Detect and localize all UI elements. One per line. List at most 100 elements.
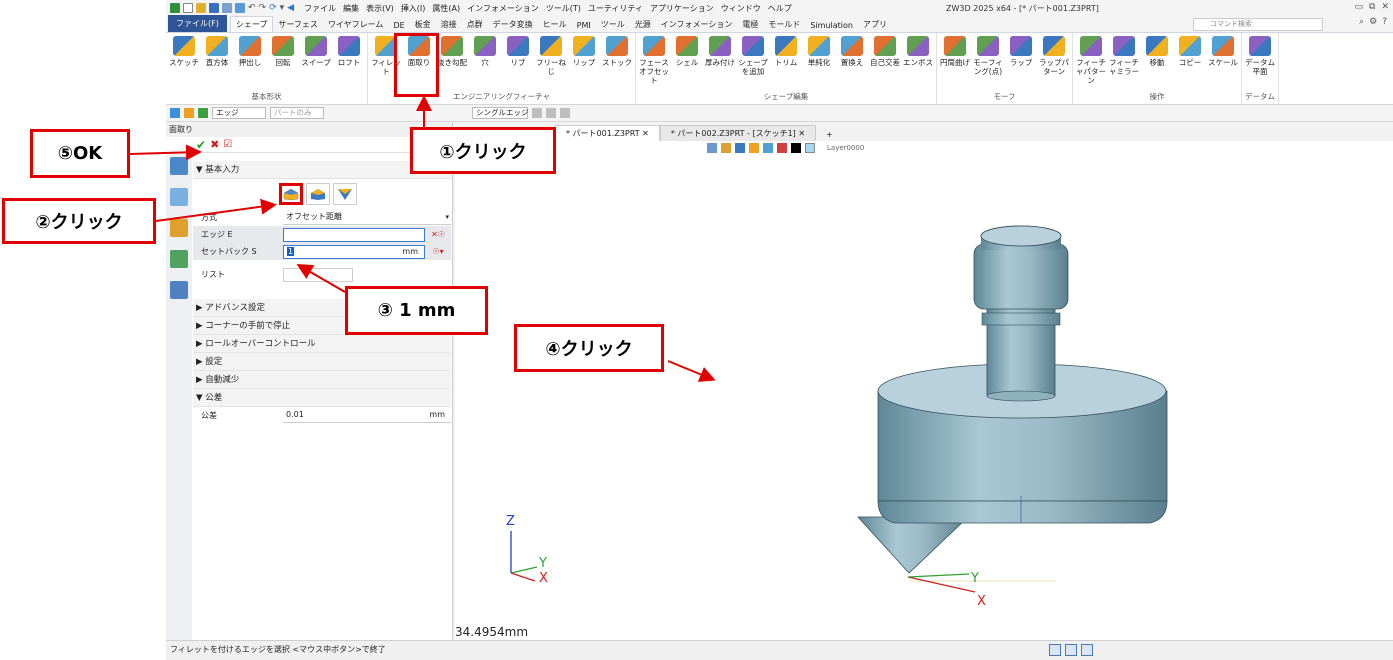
tolerance-input[interactable]: 0.01 mm: [283, 408, 451, 423]
menu-help[interactable]: ヘルプ: [768, 3, 792, 14]
tab-information[interactable]: インフォメーション: [656, 17, 738, 32]
ribbon-button-0-2[interactable]: 押出し: [234, 33, 266, 91]
ribbon-button-1-6[interactable]: リップ: [568, 33, 600, 91]
ribbon-button-2-5[interactable]: 単純化: [803, 33, 835, 91]
back-icon[interactable]: ◀: [287, 3, 294, 13]
tab-surface[interactable]: サーフェス: [273, 17, 323, 32]
ribbon-button-2-0[interactable]: フェースオフセット: [638, 33, 670, 91]
arc-icon[interactable]: [560, 108, 570, 118]
user-icon[interactable]: [170, 281, 188, 299]
tab-simulation[interactable]: Simulation: [805, 19, 858, 32]
auto-reduce-section[interactable]: ▶ 自動減少: [193, 371, 451, 389]
part-icon[interactable]: [170, 219, 188, 237]
ribbon-button-4-0[interactable]: フィーチャパターン: [1075, 33, 1107, 91]
list-input[interactable]: [283, 267, 353, 282]
ribbon-button-2-3[interactable]: シェープを追加: [737, 33, 769, 91]
line-icon[interactable]: [532, 108, 542, 118]
chamfer-symmetric-button[interactable]: [279, 183, 303, 205]
ribbon-button-2-4[interactable]: トリム: [770, 33, 802, 91]
menu-file[interactable]: ファイル: [304, 3, 336, 14]
ok-icon[interactable]: ✔: [196, 138, 206, 152]
edge-pick-icon[interactable]: ✕☉: [425, 230, 451, 239]
ribbon-button-0-4[interactable]: スイープ: [300, 33, 332, 91]
undo-icon[interactable]: ↶: [248, 3, 256, 13]
ribbon-button-3-2[interactable]: ラップ: [1005, 33, 1037, 91]
ribbon-button-3-1[interactable]: モーフィング(点): [972, 33, 1004, 91]
tab-mold[interactable]: モールド: [763, 17, 805, 32]
ribbon-button-1-4[interactable]: リブ: [502, 33, 534, 91]
ribbon-button-4-2[interactable]: 移動: [1141, 33, 1173, 91]
menu-application[interactable]: アプリケーション: [650, 3, 714, 14]
tab-file[interactable]: ファイル(F): [168, 15, 227, 32]
status-monitor-icon[interactable]: [1065, 644, 1077, 656]
ribbon-button-1-2[interactable]: 抜き勾配: [436, 33, 468, 91]
save-icon[interactable]: [209, 3, 219, 13]
ribbon-button-4-1[interactable]: フィーチャミラー: [1108, 33, 1140, 91]
part-only-select[interactable]: パートのみ: [270, 107, 324, 119]
ribbon-button-0-3[interactable]: 回転: [267, 33, 299, 91]
ribbon-button-2-1[interactable]: シェル: [671, 33, 703, 91]
add-tab-button[interactable]: +: [816, 128, 843, 141]
rollover-control-section[interactable]: ▶ ロールオーバーコントロール: [193, 335, 451, 353]
ribbon-button-1-3[interactable]: 穴: [469, 33, 501, 91]
menu-utility[interactable]: ユーティリティ: [588, 3, 643, 14]
ribbon-button-3-0[interactable]: 円筒曲げ: [939, 33, 971, 91]
chamfer-vertex-button[interactable]: [333, 183, 357, 205]
ribbon-button-2-8[interactable]: エンボス: [902, 33, 934, 91]
pick-icon[interactable]: [184, 108, 194, 118]
tab-sheetmetal[interactable]: 板金: [410, 17, 436, 32]
ribbon-button-5-0[interactable]: データム平面: [1244, 33, 1276, 91]
tab-tools[interactable]: ツール: [596, 17, 630, 32]
status-window-icon[interactable]: [1081, 644, 1093, 656]
filter-icon[interactable]: [198, 108, 208, 118]
tab-shape[interactable]: シェープ: [229, 16, 274, 32]
filter-select[interactable]: エッジ: [212, 107, 266, 119]
settings-icon[interactable]: ⚙: [1369, 17, 1377, 27]
status-layout-icon[interactable]: [1049, 644, 1061, 656]
help-icon[interactable]: ?: [1382, 17, 1387, 27]
new-file-icon[interactable]: [183, 3, 193, 13]
settings-section[interactable]: ▶ 設定: [193, 353, 451, 371]
search-icon[interactable]: ⌕: [1359, 17, 1364, 27]
ribbon-button-1-5[interactable]: フリーねじ: [535, 33, 567, 91]
ribbon-button-0-0[interactable]: スケッチ: [168, 33, 200, 91]
save-all-icon[interactable]: [222, 3, 232, 13]
menu-window[interactable]: ウィンドウ: [721, 3, 761, 14]
ribbon-button-2-6[interactable]: 置換え: [836, 33, 868, 91]
apply-icon[interactable]: ☑: [223, 139, 232, 150]
select-icon[interactable]: [170, 108, 180, 118]
method-select[interactable]: オフセット距離 ▾: [283, 210, 451, 225]
view-icon[interactable]: [170, 250, 188, 268]
open-folder-icon[interactable]: [196, 3, 206, 13]
menu-tools[interactable]: ツール(T): [546, 3, 581, 14]
menu-edit[interactable]: 編集: [343, 3, 359, 14]
edge-input[interactable]: [283, 227, 425, 242]
tab-apps[interactable]: アプリ: [858, 17, 892, 32]
ribbon-button-1-7[interactable]: ストック: [601, 33, 633, 91]
ribbon-button-3-3[interactable]: ラップパターン: [1038, 33, 1070, 91]
edge-mode-select[interactable]: シングルエッジ: [472, 107, 529, 119]
menu-information[interactable]: インフォメーション: [467, 3, 539, 14]
ribbon-button-0-5[interactable]: ロフト: [333, 33, 365, 91]
tab-light[interactable]: 光源: [630, 17, 656, 32]
circle-icon[interactable]: [546, 108, 556, 118]
ribbon-button-2-7[interactable]: 自己交差: [869, 33, 901, 91]
ribbon-button-2-2[interactable]: 厚み付け: [704, 33, 736, 91]
history-icon[interactable]: [170, 157, 188, 175]
doc-tab-part002[interactable]: * パート002.Z3PRT - [スケッチ1] ✕: [659, 125, 817, 141]
tab-heal[interactable]: ヒール: [538, 17, 572, 32]
minimize-icon[interactable]: ▭: [1355, 2, 1364, 12]
setback-input[interactable]: 1 mm: [283, 244, 425, 259]
restore-icon[interactable]: ⧉: [1369, 2, 1375, 12]
tolerance-section[interactable]: ▼ 公差: [193, 389, 451, 407]
tab-pmi[interactable]: PMI: [572, 19, 596, 32]
refresh-icon[interactable]: ⟳: [269, 3, 277, 13]
dropdown-icon[interactable]: ▾: [280, 3, 285, 13]
tab-pointcloud[interactable]: 点群: [462, 17, 488, 32]
setback-option-icon[interactable]: ☉▾: [425, 247, 451, 256]
menu-insert[interactable]: 挿入(I): [401, 3, 426, 14]
3d-viewport[interactable]: Layer0000 X Y Z Y X 34.4954mm: [455, 141, 1393, 640]
tab-electrode[interactable]: 電極: [737, 17, 763, 32]
menu-view[interactable]: 表示(V): [366, 3, 394, 14]
ribbon-button-4-4[interactable]: スケール: [1207, 33, 1239, 91]
